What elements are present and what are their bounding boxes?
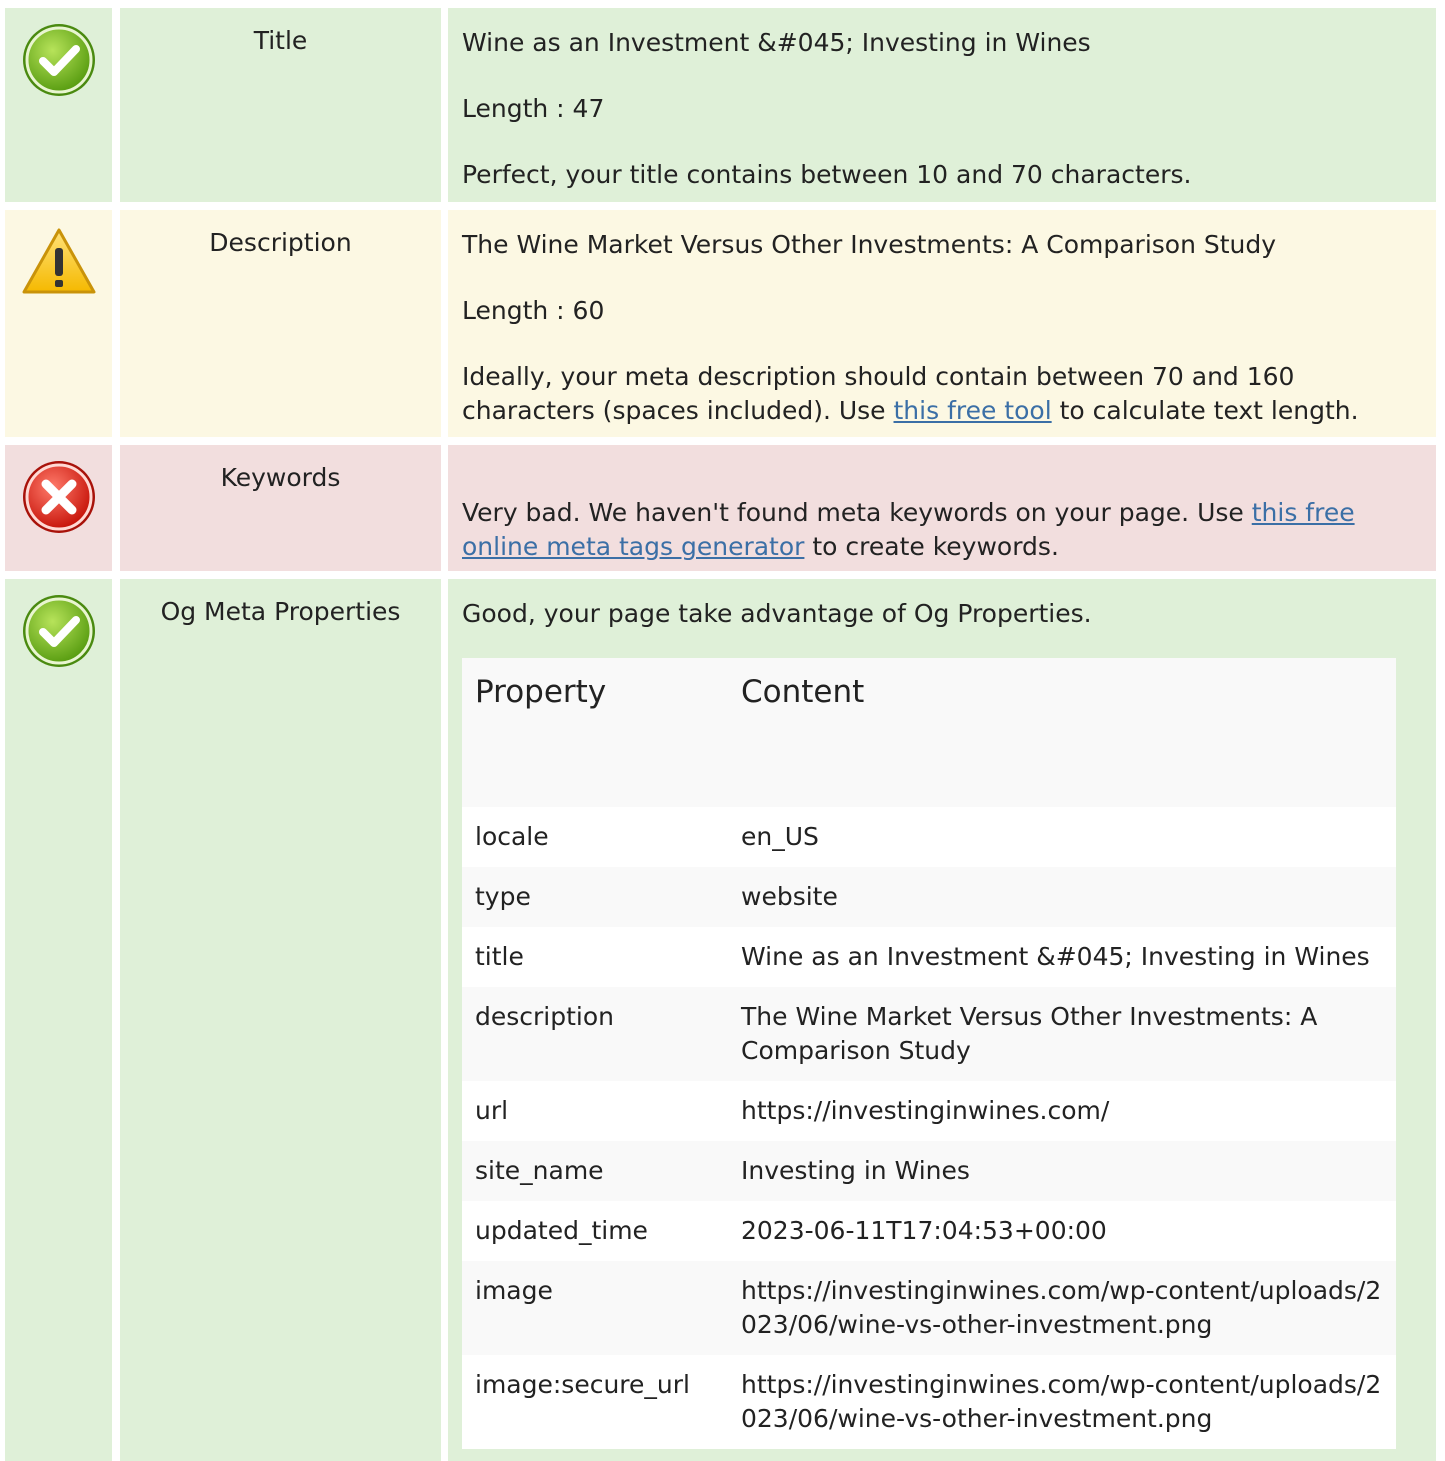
row-value: Wine as an Investment &#045; Investing i… <box>448 8 1436 202</box>
content-cell: 2023-06-11T17:04:53+00:00 <box>728 1201 1396 1261</box>
description-text: The Wine Market Versus Other Investments… <box>462 230 1277 259</box>
row-label: Og Meta Properties <box>120 579 441 1461</box>
table-row: image https://investinginwines.com/wp-con… <box>462 1261 1396 1355</box>
content-cell: The Wine Market Versus Other Investments… <box>728 987 1396 1081</box>
table-row: site_name Investing in Wines <box>462 1141 1396 1201</box>
column-header-property: Property <box>462 658 728 807</box>
title-message: Perfect, your title contains between 10 … <box>462 160 1192 189</box>
row-label: Title <box>120 8 441 202</box>
table-header-row: Property Content <box>462 658 1396 807</box>
property-cell: description <box>462 987 728 1081</box>
free-tool-link[interactable]: this free tool <box>894 396 1052 425</box>
content-cell: website <box>728 867 1396 927</box>
table-row: title Wine as an Investment &#045; Invest… <box>462 927 1396 987</box>
status-cell <box>5 579 112 1461</box>
description-row: Description The Wine Market Versus Other… <box>0 210 1445 437</box>
table-row: updated_time 2023-06-11T17:04:53+00:00 <box>462 1201 1396 1261</box>
keywords-row: Keywords Very bad. We haven't found meta… <box>0 445 1445 571</box>
check-circle-icon <box>23 24 95 96</box>
table-row: url https://investinginwines.com/ <box>462 1081 1396 1141</box>
property-cell: url <box>462 1081 728 1141</box>
status-cell <box>5 445 112 571</box>
row-label: Keywords <box>120 445 441 571</box>
row-label: Description <box>120 210 441 437</box>
row-value: The Wine Market Versus Other Investments… <box>448 210 1436 437</box>
property-cell: locale <box>462 807 728 867</box>
title-text: Wine as an Investment &#045; Investing i… <box>462 28 1091 57</box>
property-cell: site_name <box>462 1141 728 1201</box>
title-row: Title Wine as an Investment &#045; Inves… <box>0 8 1445 202</box>
og-properties-table: Property Content locale en_US type website t… <box>462 658 1396 1449</box>
error-x-circle-icon <box>23 461 95 533</box>
check-circle-icon <box>23 595 95 667</box>
message-text: to calculate text length. <box>1051 396 1359 425</box>
message-text: Very bad. We haven't found meta keywords… <box>462 498 1252 527</box>
description-length: Length : 60 <box>462 296 605 325</box>
content-cell: Wine as an Investment &#045; Investing i… <box>728 927 1396 987</box>
content-cell: en_US <box>728 807 1396 867</box>
keywords-message: Very bad. We haven't found meta keywords… <box>462 496 1422 564</box>
content-cell: Investing in Wines <box>728 1141 1396 1201</box>
property-cell: image:secure_url <box>462 1355 728 1449</box>
table-row: type website <box>462 867 1396 927</box>
content-cell: https://investinginwines.com/wp-content/… <box>728 1261 1396 1355</box>
row-value: Very bad. We haven't found meta keywords… <box>448 445 1436 571</box>
og-message: Good, your page take advantage of Og Pro… <box>462 599 1092 628</box>
column-header-content: Content <box>728 658 1396 807</box>
description-message: Ideally, your meta description should co… <box>462 360 1422 428</box>
property-cell: type <box>462 867 728 927</box>
title-length: Length : 47 <box>462 94 605 123</box>
property-cell: title <box>462 927 728 987</box>
table-row: image:secure_url https://investinginwines… <box>462 1355 1396 1449</box>
message-text: to create keywords. <box>804 532 1059 561</box>
warning-triangle-icon <box>22 228 96 294</box>
property-cell: updated_time <box>462 1201 728 1261</box>
table-row: locale en_US <box>462 807 1396 867</box>
table-row: description The Wine Market Versus Other … <box>462 987 1396 1081</box>
property-cell: image <box>462 1261 728 1355</box>
content-cell: https://investinginwines.com/ <box>728 1081 1396 1141</box>
content-cell: https://investinginwines.com/wp-content/… <box>728 1355 1396 1449</box>
status-cell <box>5 210 112 437</box>
status-cell <box>5 8 112 202</box>
